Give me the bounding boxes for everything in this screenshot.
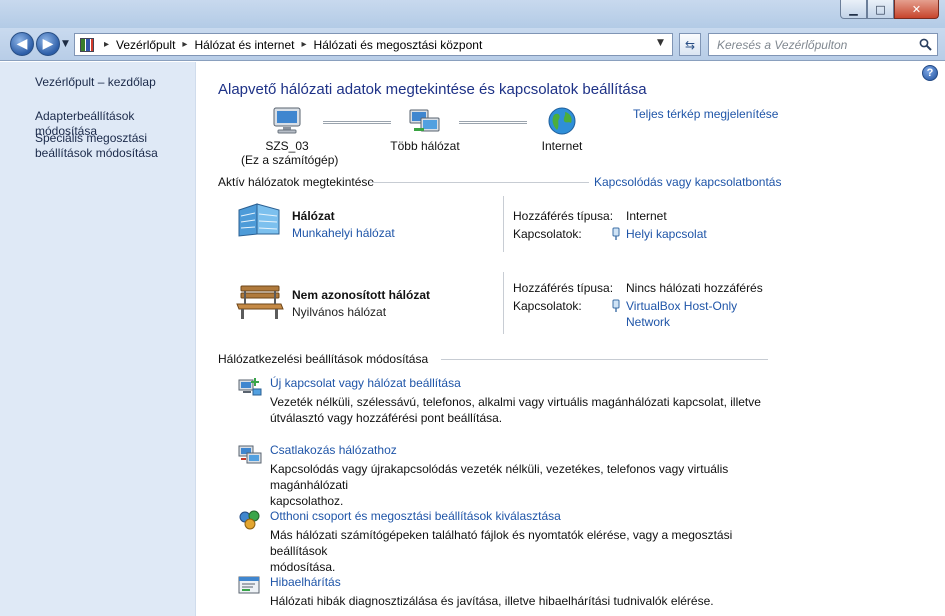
computer-sub: (Ez a számítógép)	[241, 153, 339, 167]
sidebar-item-label: beállítások módosítása	[35, 146, 158, 160]
active-networks-title: Aktív hálózatok megtekintése	[218, 175, 375, 189]
task-description-line: módosítása.	[270, 560, 336, 574]
search-icon[interactable]	[919, 38, 932, 51]
task-new-connection: Új kapcsolat vagy hálózat beállítása Vez…	[237, 374, 777, 426]
connection-line	[459, 121, 527, 124]
navigation-bar: ◀ ▶ ▼ ▸ Vezérlőpult ▸ Hálózat és interne…	[0, 28, 945, 61]
vertical-divider	[503, 272, 504, 334]
internet-node[interactable]: Internet	[527, 106, 597, 153]
sidebar-item-label: Speciális megosztási	[35, 131, 148, 145]
task-description: Más hálózati számítógépeken található fá…	[270, 527, 770, 575]
homegroup-icon	[239, 510, 260, 530]
title-bar: ▁ □ ✕	[0, 0, 945, 28]
new-connection-icon	[238, 378, 262, 396]
connection-link[interactable]: VirtualBox Host-Only Network	[626, 298, 737, 330]
homegroup-sharing-link[interactable]: Otthoni csoport és megosztási beállításo…	[270, 509, 561, 523]
task-description-line: útválasztó vagy hozzáférési pont beállít…	[270, 411, 503, 425]
breadcrumb-network-internet[interactable]: Hálózat és internet	[194, 38, 294, 52]
access-type-value: Nincs hálózati hozzáférés	[626, 281, 763, 295]
chevron-right-icon[interactable]: ▸	[104, 39, 109, 50]
forward-button[interactable]: ▶	[36, 32, 60, 56]
this-computer-node[interactable]: SZS_03 (Ez a számítógép)	[241, 106, 339, 167]
multiple-networks-label: Több hálózat	[390, 139, 460, 153]
connections-label: Kapcsolatok:	[513, 227, 582, 241]
address-dropdown-icon[interactable]: ▼	[657, 38, 664, 48]
network-type-link[interactable]: Munkahelyi hálózat	[292, 226, 395, 240]
section-divider	[369, 182, 589, 183]
breadcrumb-network-sharing-center[interactable]: Hálózati és megosztási központ	[314, 38, 483, 52]
task-description-line: Kapcsolódás vagy újrakapcsolódás vezeték…	[270, 462, 729, 492]
back-button[interactable]: ◀	[10, 32, 34, 56]
search-input[interactable]: Keresés a Vezérlőpulton	[708, 33, 938, 56]
sidebar-item-control-panel-home[interactable]: Vezérlőpult – kezdőlap	[35, 75, 156, 90]
adapter-icon	[612, 227, 620, 240]
help-icon[interactable]: ?	[922, 65, 938, 81]
refresh-icon: ⇆	[684, 37, 696, 52]
network-name: Nem azonosított hálózat	[292, 288, 431, 302]
refresh-button[interactable]: ⇆	[679, 33, 701, 56]
access-type-value: Internet	[626, 209, 667, 223]
access-type-label: Hozzáférés típusa:	[513, 281, 614, 295]
minimize-button[interactable]: ▁	[840, 0, 867, 19]
connection-name: Helyi kapcsolat	[626, 227, 707, 241]
task-pane: Vezérlőpult – kezdőlap Adapterbeállításo…	[0, 62, 196, 616]
work-network-icon	[238, 203, 280, 237]
recent-pages-dropdown-icon[interactable]: ▼	[62, 39, 69, 49]
main-content: ? Alapvető hálózati adatok megtekintése …	[197, 62, 945, 616]
connect-network-icon	[238, 445, 262, 464]
adapter-icon	[612, 299, 620, 312]
address-bar[interactable]: ▸ Vezérlőpult ▸ Hálózat és internet ▸ Há…	[74, 33, 673, 56]
maximize-button[interactable]: □	[867, 0, 894, 19]
network-name: Hálózat	[292, 209, 335, 223]
network-icon	[409, 109, 440, 132]
task-description-line: kapcsolathoz.	[270, 494, 344, 508]
chevron-right-icon[interactable]: ▸	[302, 39, 307, 50]
computer-icon	[273, 107, 301, 134]
troubleshoot-icon	[238, 576, 260, 594]
task-description: Vezeték nélküli, szélessávú, telefonos, …	[270, 394, 770, 426]
section-divider	[441, 359, 768, 360]
computer-name: SZS_03	[265, 139, 309, 153]
task-description: Hálózati hibák diagnosztizálása és javít…	[270, 593, 770, 609]
connection-name-cont: Network	[626, 315, 671, 329]
internet-label: Internet	[541, 139, 583, 153]
task-connect-network: Csatlakozás hálózathoz Kapcsolódás vagy …	[237, 441, 777, 508]
task-description-line: Más hálózati számítógépeken található fá…	[270, 528, 733, 558]
connection-link[interactable]: Helyi kapcsolat	[626, 226, 707, 242]
public-network-bench-icon	[236, 285, 284, 319]
connect-network-link[interactable]: Csatlakozás hálózathoz	[270, 443, 397, 457]
task-troubleshoot: Hibaelhárítás Hálózati hibák diagnosztiz…	[237, 573, 777, 613]
multiple-networks-node[interactable]: Több hálózat	[381, 106, 469, 153]
breadcrumb-control-panel[interactable]: Vezérlőpult	[116, 38, 175, 52]
network-type: Nyilvános hálózat	[292, 305, 387, 319]
connections-label: Kapcsolatok:	[513, 299, 582, 313]
troubleshoot-link[interactable]: Hibaelhárítás	[270, 575, 341, 589]
vertical-divider	[503, 196, 504, 252]
change-settings-title: Hálózatkezelési beállítások módosítása	[218, 352, 429, 366]
connect-disconnect-link[interactable]: Kapcsolódás vagy kapcsolatbontás	[594, 175, 781, 189]
search-placeholder: Keresés a Vezérlőpulton	[717, 37, 848, 52]
window-controls: ▁ □ ✕	[840, 0, 939, 19]
access-type-label: Hozzáférés típusa:	[513, 209, 614, 223]
connection-name: VirtualBox Host-Only	[626, 299, 738, 313]
full-map-link[interactable]: Teljes térkép megjelenítése	[633, 107, 778, 121]
chevron-right-icon[interactable]: ▸	[182, 39, 187, 50]
task-description-line: Vezeték nélküli, szélessávú, telefonos, …	[270, 395, 761, 409]
task-homegroup-sharing: Otthoni csoport és megosztási beállításo…	[237, 507, 777, 574]
task-description-line: Hálózati hibák diagnosztizálása és javít…	[270, 594, 714, 608]
task-description: Kapcsolódás vagy újrakapcsolódás vezeték…	[270, 461, 770, 509]
globe-icon	[548, 107, 576, 135]
new-connection-link[interactable]: Új kapcsolat vagy hálózat beállítása	[270, 376, 461, 390]
close-button[interactable]: ✕	[894, 0, 939, 19]
control-panel-icon	[80, 37, 94, 52]
page-title: Alapvető hálózati adatok megtekintése és…	[218, 81, 647, 98]
sidebar-item-advanced-sharing[interactable]: Speciális megosztási beállítások módosít…	[35, 131, 158, 161]
